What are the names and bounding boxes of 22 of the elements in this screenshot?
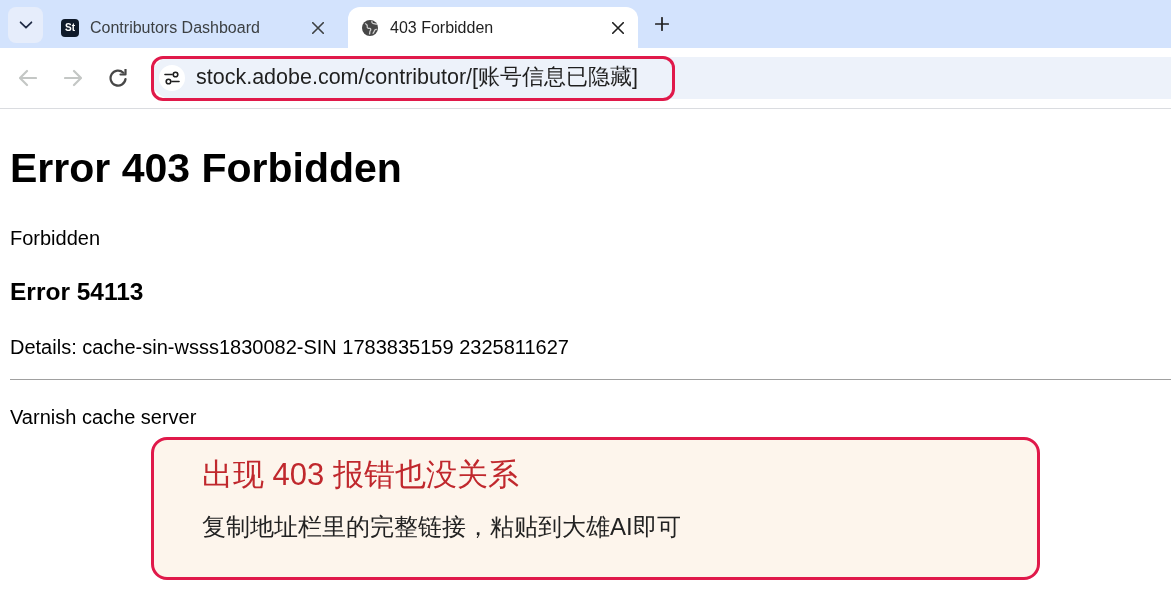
browser-tab[interactable]: 403 Forbidden xyxy=(348,7,638,48)
tip-text: 复制地址栏里的完整链接，粘贴到大雄AI即可 xyxy=(202,512,681,542)
tune-icon xyxy=(164,71,180,85)
error-message: Forbidden xyxy=(10,226,102,251)
favicon-logo: St xyxy=(61,18,79,37)
error-code-heading: Error 54113 xyxy=(10,277,145,307)
page-heading: Error 403 Forbidden xyxy=(10,144,403,192)
tip-title: 出现 403 报错也没关系 xyxy=(202,456,519,494)
server-footer: Varnish cache server xyxy=(10,403,1161,431)
url-text: stock.adobe.com/contributor/[账号信息已隐藏] xyxy=(196,67,638,89)
forward-arrow-icon xyxy=(64,69,82,87)
address-bar[interactable]: stock.adobe.com/contributor/[账号信息已隐藏] xyxy=(151,57,1171,99)
reload-icon xyxy=(109,69,127,87)
plus-icon xyxy=(655,17,669,31)
error-details: Details: cache-sin-wsss1830082-SIN 1783835159 2325811627 xyxy=(10,335,570,360)
close-icon xyxy=(612,21,624,34)
site-info-button[interactable] xyxy=(159,65,185,91)
back-arrow-icon xyxy=(19,69,37,87)
globe-icon xyxy=(361,18,379,37)
browser-tab[interactable]: St Contributors Dashboard xyxy=(48,7,338,48)
close-icon xyxy=(312,21,324,34)
tab-search-button[interactable] xyxy=(8,7,43,43)
